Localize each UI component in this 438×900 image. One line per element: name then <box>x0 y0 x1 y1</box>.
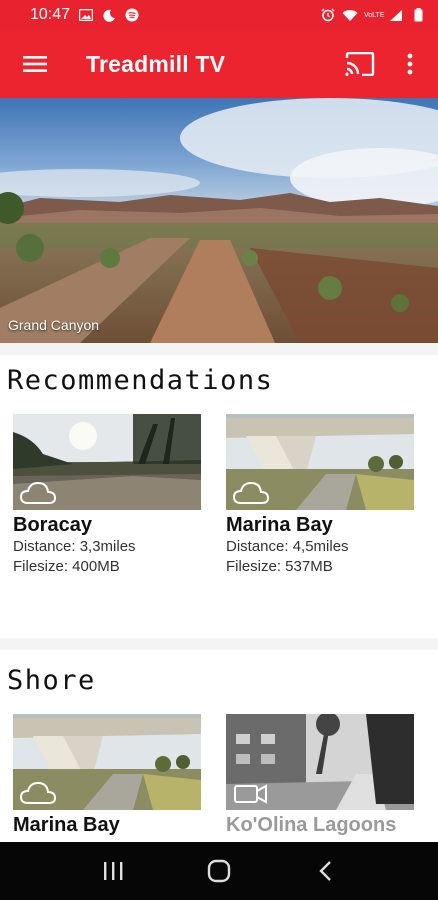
cast-icon <box>345 52 375 76</box>
hero-image <box>0 98 438 343</box>
card-distance: Distance: 3,3miles <box>13 538 136 555</box>
app-bar: Treadmill TV <box>0 30 438 98</box>
status-time: 10:47 <box>30 6 71 23</box>
card-title: Boracay <box>13 514 92 536</box>
back-button[interactable] <box>305 851 345 891</box>
network-label: VoLTE <box>364 11 385 19</box>
card-filesize: Filesize: 400MB <box>13 558 120 575</box>
cloud-icon <box>19 481 57 504</box>
status-left-icons <box>78 8 140 22</box>
cloud-icon <box>19 781 57 804</box>
signal-icon <box>388 8 404 22</box>
card-filesize: Filesize: 537MB <box>226 558 333 575</box>
video-thumbnail <box>13 714 201 810</box>
alarm-icon <box>320 8 336 22</box>
section-title-recommendations: Recommendations <box>7 365 274 396</box>
status-bar: 10:47 VoLTE <box>0 0 438 30</box>
card-distance: Distance: 4,5miles <box>226 538 349 555</box>
spotify-icon <box>124 8 140 22</box>
treadmill-tv-screen: 10:47 VoLTE Treadmill TV Grand Canyon Re… <box>0 0 438 900</box>
battery-icon <box>410 8 426 22</box>
home-icon <box>207 859 231 883</box>
more-options-button[interactable] <box>398 48 422 80</box>
video-camera-icon <box>234 784 267 804</box>
card-title: Marina Bay <box>13 814 120 836</box>
video-thumbnail <box>13 414 201 510</box>
section-divider <box>0 638 438 650</box>
video-card-boracay[interactable]: Boracay Distance: 3,3miles Filesize: 400… <box>13 414 201 577</box>
hamburger-menu-icon <box>23 56 47 72</box>
app-title: Treadmill TV <box>86 50 226 77</box>
home-button[interactable] <box>199 851 239 891</box>
hero-caption: Grand Canyon <box>8 317 100 333</box>
card-title: Marina Bay <box>226 514 333 536</box>
hamburger-menu-button[interactable] <box>18 47 52 81</box>
video-card-koolina-lagoons[interactable]: Ko'Olina Lagoons <box>226 714 414 837</box>
video-card-marina-bay[interactable]: Marina Bay Distance: 4,5miles Filesize: … <box>226 414 414 577</box>
more-vertical-icon <box>407 53 413 75</box>
recent-apps-icon <box>104 862 123 880</box>
video-thumbnail <box>226 414 414 510</box>
card-title: Ko'Olina Lagoons <box>226 814 397 836</box>
video-thumbnail <box>226 714 414 810</box>
moon-icon <box>101 8 117 22</box>
cloud-icon <box>232 481 270 504</box>
recent-apps-button[interactable] <box>93 851 133 891</box>
cast-button[interactable] <box>343 48 377 80</box>
status-right-icons: VoLTE <box>320 8 426 22</box>
section-title-shore: Shore <box>7 665 96 696</box>
back-icon <box>319 861 331 881</box>
section-divider <box>0 343 438 355</box>
wifi-icon <box>342 8 358 22</box>
hero-video-banner[interactable]: Grand Canyon <box>0 98 438 343</box>
video-card-marina-bay-shore[interactable]: Marina Bay <box>13 714 201 837</box>
system-nav-bar <box>0 842 438 900</box>
image-icon <box>78 8 94 22</box>
